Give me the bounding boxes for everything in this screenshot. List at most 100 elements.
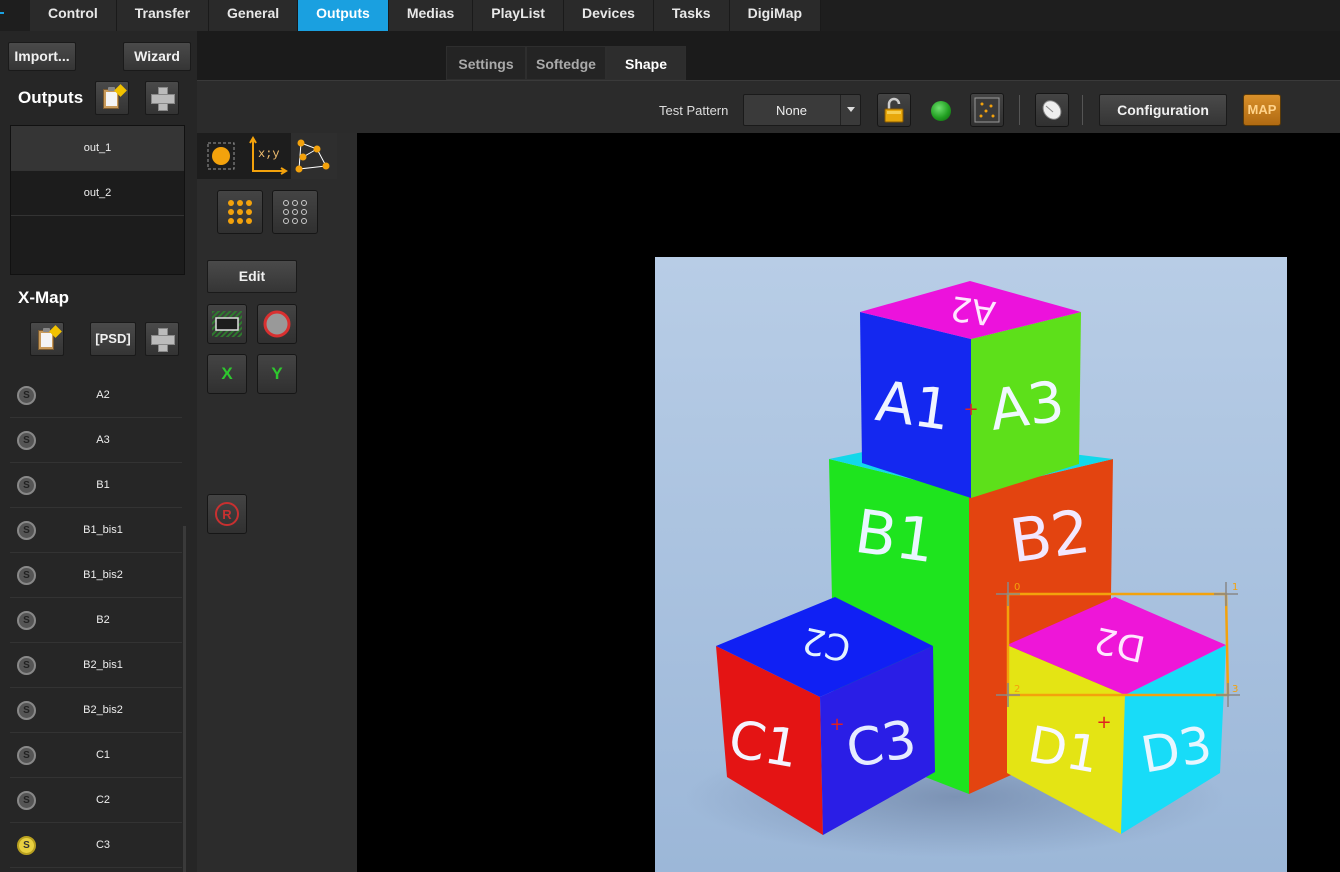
test-pattern-label: Test Pattern (659, 103, 729, 118)
mesh-points-icon (295, 139, 330, 173)
tab-playlist[interactable]: PlayList (473, 0, 564, 31)
tool-tab-xy[interactable]: x;y (243, 133, 289, 179)
xmap-item-selected[interactable]: S C3 (10, 823, 182, 868)
xmap-item[interactable]: S B2_bis1 (10, 643, 182, 688)
xy-axes-icon: x;y (249, 136, 288, 175)
cube-a: A1 A3 A2 + (860, 281, 1081, 498)
face-a-right-label: A3 (986, 369, 1068, 444)
chevron-down-icon (840, 95, 860, 125)
xmap-item[interactable]: S B1_bis1 (10, 508, 182, 553)
shape-toolbar: Test Pattern None Configuration MAP (197, 80, 1340, 133)
tab-shape[interactable]: Shape (606, 46, 686, 80)
status-led-icon (931, 101, 951, 121)
wizard-button[interactable]: Wizard (123, 42, 191, 71)
face-c-left-label: C1 (724, 709, 803, 780)
paste-output-button[interactable] (95, 81, 129, 115)
xmap-item-label: B1 (96, 479, 110, 491)
lock-button[interactable] (877, 93, 911, 127)
shape-preview[interactable]: B1 B2 A1 A3 A2 + C1 C3 C2 + D1 D3 D2 + 0… (655, 257, 1287, 872)
xmap-scrollbar[interactable] (183, 526, 186, 872)
test-pattern-select[interactable]: None (743, 94, 861, 126)
rectangle-icon (212, 311, 242, 337)
psd-button[interactable]: [PSD] (90, 322, 136, 356)
xmap-item-label: A3 (96, 434, 110, 446)
output-item-out-1[interactable]: out_1 (11, 126, 184, 171)
hollow-grid-icon (283, 200, 307, 224)
xmap-item[interactable]: S A3 (10, 418, 182, 463)
tab-control[interactable]: Control (30, 0, 117, 31)
xmap-item-label: C3 (95, 839, 111, 851)
mouse-mode-button[interactable] (1035, 93, 1069, 127)
add-output-button[interactable] (145, 81, 179, 115)
tool-tab-grid[interactable] (291, 133, 337, 179)
outputs-list: out_1 out_2 (10, 125, 185, 275)
handle-0-label: 0 (1014, 582, 1020, 593)
xmap-item[interactable]: S A2 (10, 373, 182, 418)
reset-icon: R (215, 502, 239, 526)
xmap-title: X-Map (18, 288, 69, 307)
rectangle-mode-button[interactable] (207, 304, 247, 344)
xmap-item-label: A2 (96, 389, 110, 401)
xmap-item-label: B2 (96, 614, 110, 626)
nav-tabs: Control Transfer General Outputs Medias … (30, 0, 822, 31)
add-xmap-button[interactable] (145, 322, 179, 356)
output-item-out-2[interactable]: out_2 (11, 171, 184, 216)
face-b-left-label: B1 (851, 497, 939, 577)
map-button[interactable]: MAP (1243, 94, 1281, 126)
tab-digimap[interactable]: DigiMap (730, 0, 822, 31)
deselect-points-button[interactable] (272, 190, 318, 234)
mouse-icon (1042, 100, 1062, 120)
dotted-square-icon (974, 97, 1000, 123)
tab-settings[interactable]: Settings (446, 46, 526, 80)
points-mode-button[interactable] (970, 93, 1004, 127)
circle-icon (263, 310, 291, 338)
flip-x-button[interactable]: X (207, 354, 247, 394)
reset-button[interactable]: R (207, 494, 247, 534)
plus-icon (151, 328, 175, 352)
face-b-right-label: B2 (1006, 497, 1094, 577)
tool-tab-point[interactable] (197, 133, 243, 179)
paste-xmap-button[interactable] (30, 322, 64, 356)
select-all-points-button[interactable] (217, 190, 263, 234)
import-button[interactable]: Import... (8, 42, 76, 71)
xmap-item-label: C2 (95, 794, 111, 806)
face-d-right-label: D3 (1137, 715, 1216, 784)
tab-tasks[interactable]: Tasks (654, 0, 730, 31)
xy-label: x;y (258, 147, 280, 161)
xmap-item[interactable]: S B1_bis2 (10, 553, 182, 598)
edit-button[interactable]: Edit (207, 260, 297, 293)
tool-tabs: x;y (197, 133, 337, 179)
toolbar-divider (1082, 95, 1083, 125)
xmap-item[interactable]: S B2_bis2 (10, 688, 182, 733)
xmap-item[interactable]: S C2 (10, 778, 182, 823)
point-select-icon (207, 142, 235, 170)
tab-devices[interactable]: Devices (564, 0, 654, 31)
unlock-icon (884, 97, 904, 123)
handle-1-label: 1 (1232, 582, 1238, 593)
filled-grid-icon (228, 200, 252, 224)
flip-y-button[interactable]: Y (257, 354, 297, 394)
cube-d-center-marker: + (1096, 712, 1111, 733)
xmap-item-label: C1 (95, 749, 111, 761)
output-canvas[interactable]: B1 B2 A1 A3 A2 + C1 C3 C2 + D1 D3 D2 + 0… (357, 133, 1340, 872)
reset-label: R (222, 507, 232, 522)
xmap-list: S A2 S A3 S B1 S B1_bis1 S B1_bis2 S B2 S B2_bi… (10, 373, 182, 872)
tab-outputs[interactable]: Outputs (298, 0, 389, 31)
tab-medias[interactable]: Medias (389, 0, 474, 31)
nav-edge-mark (0, 12, 4, 14)
tab-general[interactable]: General (209, 0, 299, 31)
cube-c-center-marker: + (829, 714, 844, 735)
tab-transfer[interactable]: Transfer (117, 0, 210, 31)
configuration-button[interactable]: Configuration (1099, 94, 1227, 126)
tab-softedge[interactable]: Softedge (526, 46, 606, 80)
xmap-item[interactable]: S B2 (10, 598, 182, 643)
circle-mode-button[interactable] (257, 304, 297, 344)
xmap-item[interactable]: S C1 (10, 733, 182, 778)
xmap-item[interactable]: S B1 (10, 463, 182, 508)
face-c-right-label: C3 (842, 709, 921, 780)
outputs-title: Outputs (18, 88, 84, 107)
clipboard-icon (101, 84, 127, 110)
left-panel: Import... Wizard Outputs out_1 out_2 X-M… (0, 31, 197, 872)
shape-tools: x;y Edit X Y R (197, 133, 357, 872)
xmap-item-label: B2_bis1 (83, 659, 123, 671)
